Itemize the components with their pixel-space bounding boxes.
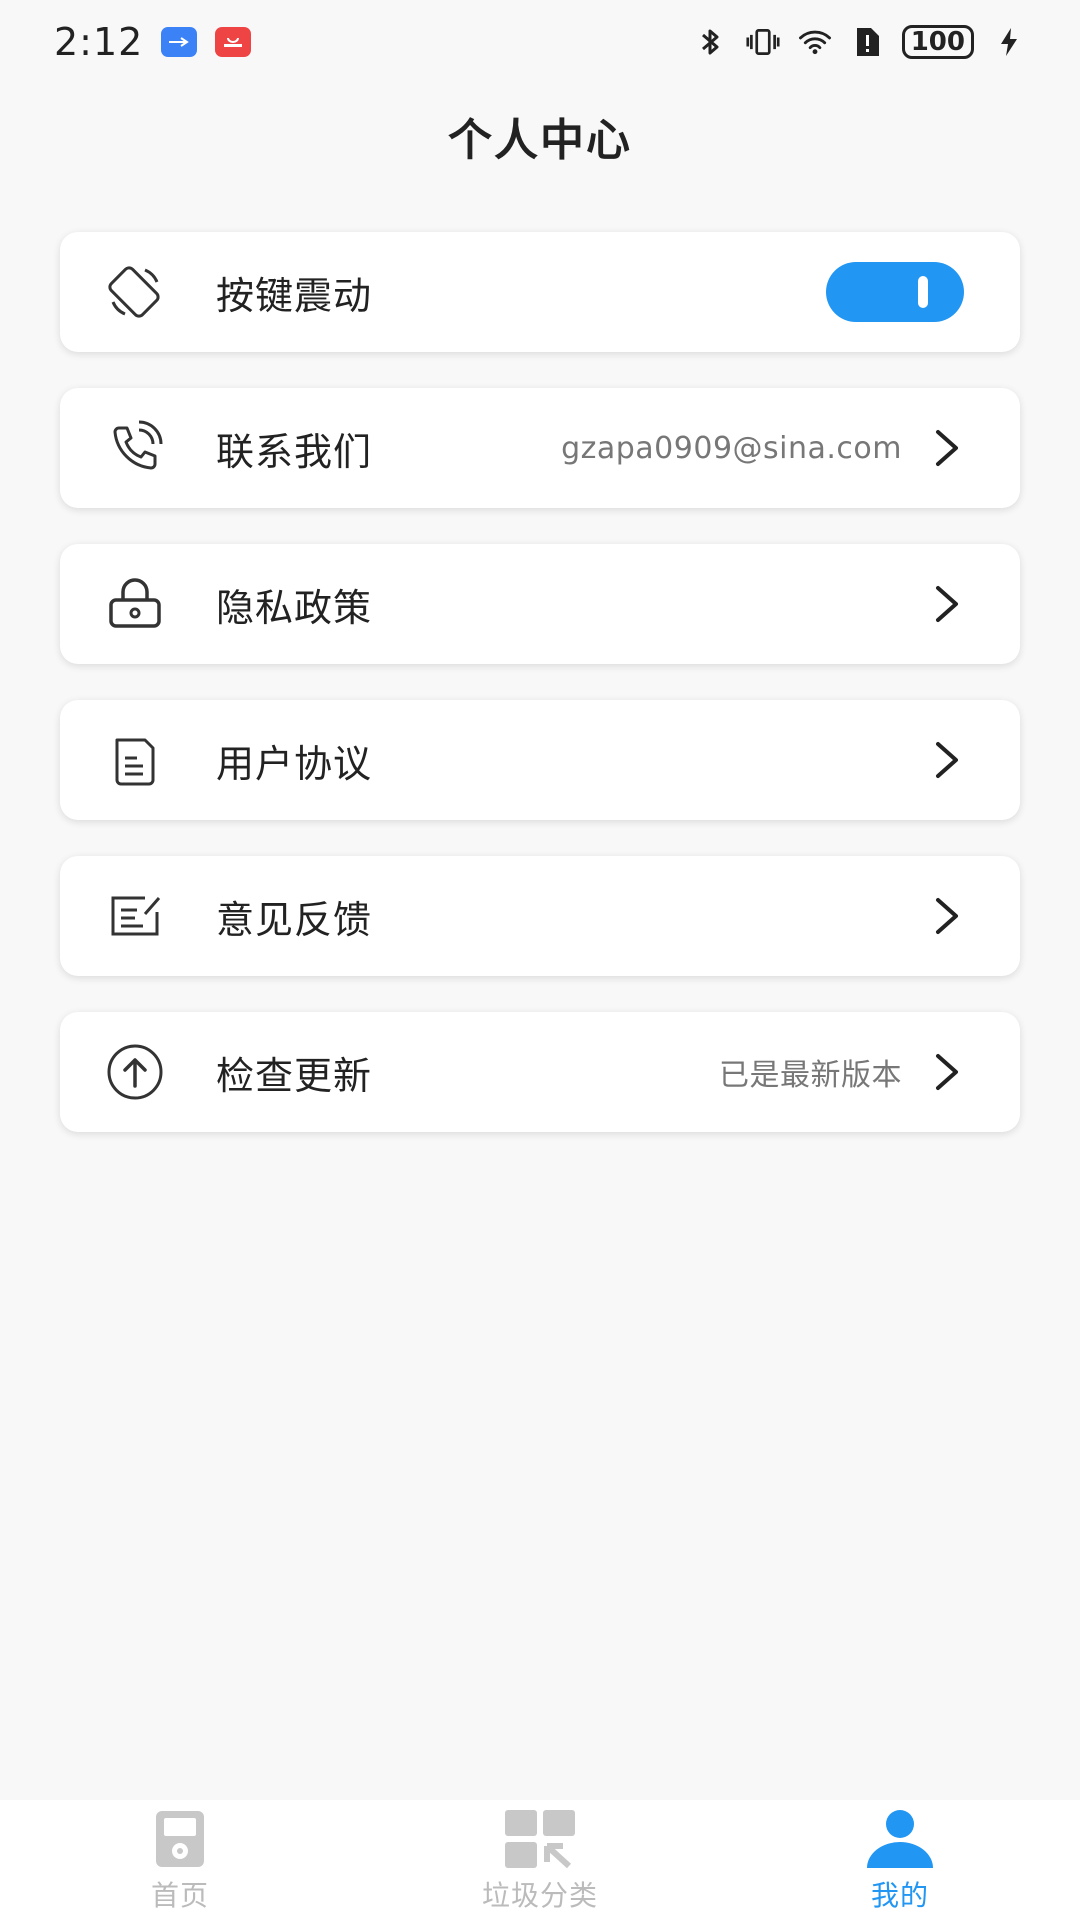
usb-notification-icon bbox=[161, 27, 198, 57]
chevron-right-icon bbox=[930, 740, 964, 780]
nav-category-label: 垃圾分类 bbox=[481, 1879, 598, 1912]
nav-mine-label: 我的 bbox=[870, 1879, 929, 1912]
nav-home-label: 首页 bbox=[150, 1879, 209, 1912]
contact-label: 联系我们 bbox=[216, 429, 373, 474]
contact-email: gzapa0909@sina.com bbox=[561, 430, 902, 466]
feedback-label: 意见反馈 bbox=[216, 897, 373, 942]
contact-row[interactable]: 联系我们 gzapa0909@sina.com bbox=[60, 388, 1020, 508]
lock-icon bbox=[104, 573, 166, 635]
chevron-right-icon bbox=[930, 428, 964, 468]
update-label: 检查更新 bbox=[216, 1053, 373, 1098]
status-bar: 2:12 100 bbox=[0, 0, 1080, 84]
settings-menu: 按键震动 联系我们 gzapa0909@sina.com 隐私政策 用户协议 意… bbox=[60, 232, 1020, 1168]
charging-icon bbox=[992, 25, 1026, 59]
page-title: 个人中心 bbox=[448, 115, 632, 166]
feedback-row[interactable]: 意见反馈 bbox=[60, 856, 1020, 976]
edit-note-icon bbox=[104, 885, 166, 947]
chevron-right-icon bbox=[930, 1052, 964, 1092]
sim-alert-icon bbox=[850, 25, 884, 59]
chevron-right-icon bbox=[930, 896, 964, 936]
home-device-icon bbox=[143, 1808, 217, 1870]
nav-category[interactable]: 垃圾分类 bbox=[440, 1808, 640, 1914]
agreement-label: 用户协议 bbox=[216, 741, 373, 786]
update-row[interactable]: 检查更新 已是最新版本 bbox=[60, 1012, 1020, 1132]
update-status: 已是最新版本 bbox=[719, 1058, 902, 1093]
upload-circle-icon bbox=[104, 1041, 166, 1103]
toggle-knob bbox=[918, 276, 928, 308]
bottom-nav: 首页 垃圾分类 我的 bbox=[0, 1800, 1080, 1920]
vibrate-icon bbox=[746, 25, 780, 59]
vibration-toggle[interactable] bbox=[826, 262, 964, 322]
status-left: 2:12 bbox=[54, 20, 252, 64]
phone-call-icon bbox=[104, 417, 166, 479]
category-grid-icon bbox=[503, 1808, 577, 1870]
battery-indicator: 100 bbox=[901, 25, 974, 59]
agreement-row[interactable]: 用户协议 bbox=[60, 700, 1020, 820]
privacy-label: 隐私政策 bbox=[216, 585, 373, 630]
document-icon bbox=[104, 729, 166, 791]
privacy-row[interactable]: 隐私政策 bbox=[60, 544, 1020, 664]
nav-mine[interactable]: 我的 bbox=[800, 1808, 1000, 1914]
rotate-phone-icon bbox=[104, 261, 166, 323]
person-icon bbox=[863, 1808, 937, 1870]
wifi-icon bbox=[798, 25, 832, 59]
status-right: 100 bbox=[694, 25, 1026, 59]
bluetooth-icon bbox=[694, 25, 728, 59]
chevron-right-icon bbox=[930, 584, 964, 624]
vibration-row: 按键震动 bbox=[60, 232, 1020, 352]
app-store-notification-icon bbox=[215, 27, 252, 57]
status-time: 2:12 bbox=[54, 20, 144, 64]
nav-home[interactable]: 首页 bbox=[80, 1808, 280, 1914]
vibration-label: 按键震动 bbox=[216, 273, 373, 318]
